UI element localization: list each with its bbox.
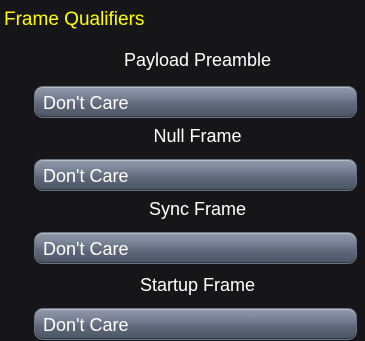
payload-preamble-label: Payload Preamble: [123, 50, 272, 70]
sync-frame-dropdown[interactable]: Don't Care: [34, 232, 357, 264]
payload-preamble-dropdown[interactable]: Don't Care: [34, 86, 357, 118]
null-frame-value: Don't Care: [43, 166, 129, 186]
null-frame-dropdown[interactable]: Don't Care: [34, 159, 357, 191]
payload-preamble-value: Don't Care: [43, 93, 129, 113]
panel-title: Frame Qualifiers: [4, 9, 145, 30]
frame-qualifiers-panel: Frame Qualifiers Payload Preamble Don't …: [0, 0, 365, 341]
sync-frame-value: Don't Care: [43, 239, 129, 259]
startup-frame-dropdown[interactable]: Don't Care: [34, 308, 357, 340]
null-frame-label: Null Frame: [153, 126, 242, 146]
sync-frame-label: Sync Frame: [148, 199, 247, 219]
startup-frame-label: Startup Frame: [139, 275, 256, 295]
startup-frame-value: Don't Care: [43, 315, 129, 335]
